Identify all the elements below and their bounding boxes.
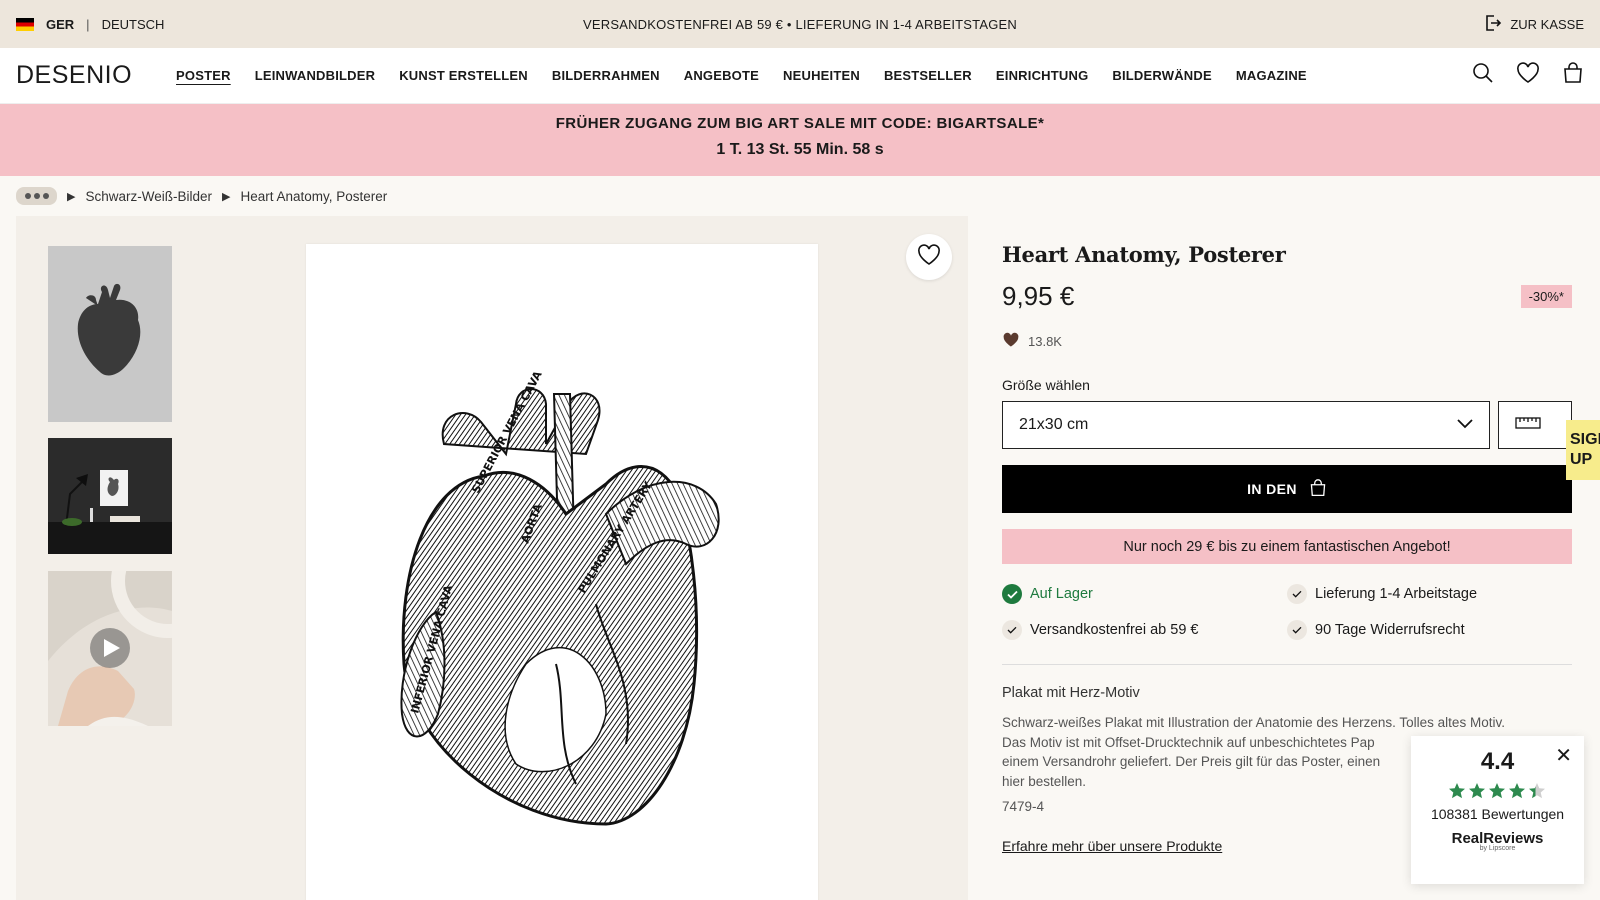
signup-line2: UP xyxy=(1570,451,1593,468)
menu-item-einrichtung[interactable]: EINRICHTUNG xyxy=(996,68,1088,83)
sale-banner[interactable]: FRÜHER ZUGANG ZUM BIG ART SALE MIT CODE:… xyxy=(0,104,1600,176)
reviews-brand-sub: by Lipscore xyxy=(1479,845,1516,852)
breadcrumb-arrow-icon: ▶ xyxy=(67,190,76,203)
main-nav: DESENIO POSTER LEINWANDBILDER KUNST ERST… xyxy=(0,48,1600,104)
search-icon[interactable] xyxy=(1472,62,1494,89)
menu-item-magazine[interactable]: MAGAZINE xyxy=(1236,68,1307,83)
signup-line1: SIGN xyxy=(1570,431,1600,448)
menu-item-neuheiten[interactable]: NEUHEITEN xyxy=(783,68,860,83)
main-menu: POSTER LEINWANDBILDER KUNST ERSTELLEN BI… xyxy=(176,68,1307,83)
usp-shipping-label: Versandkostenfrei ab 59 € xyxy=(1030,622,1199,638)
thumbnail-video[interactable] xyxy=(48,571,172,726)
menu-item-bilderrahmen[interactable]: BILDERRAHMEN xyxy=(552,68,660,83)
divider xyxy=(1002,664,1572,665)
product-page: SUPERIOR VENA CAVA AORTA PULMONARY ARTER… xyxy=(0,216,1600,900)
language-label: DEUTSCH xyxy=(101,16,165,32)
divider: | xyxy=(86,16,90,32)
signup-tab[interactable]: SIGN UP xyxy=(1566,420,1600,480)
thumbnail-room-scene[interactable] xyxy=(48,438,172,554)
menu-item-poster[interactable]: POSTER xyxy=(176,68,231,83)
add-to-cart-button[interactable]: IN DEN xyxy=(1002,465,1572,513)
check-icon xyxy=(1287,584,1307,604)
checkout-label: ZUR KASSE xyxy=(1510,16,1584,32)
breadcrumb-collapsed-button[interactable] xyxy=(16,187,57,205)
check-icon xyxy=(1002,620,1022,640)
size-label: Größe wählen xyxy=(1002,377,1090,393)
usp-delivery: Lieferung 1-4 Arbeitstage xyxy=(1287,584,1572,604)
product-price: 9,95 € xyxy=(1002,281,1075,311)
star-rating xyxy=(1411,782,1584,800)
usp-stock-label: Auf Lager xyxy=(1030,586,1093,602)
price-row: 9,95 € -30%* xyxy=(1002,281,1572,312)
size-guide-button[interactable] xyxy=(1498,401,1572,449)
add-to-wishlist-button[interactable] xyxy=(906,234,952,280)
thumbnail-poster[interactable] xyxy=(48,246,172,422)
discount-badge: -30%* xyxy=(1520,285,1572,308)
heart-filled-icon xyxy=(1002,332,1020,351)
germany-flag-icon xyxy=(16,17,34,31)
add-to-cart-label: IN DEN xyxy=(1247,481,1297,497)
likes-count: 13.8K xyxy=(1002,332,1572,351)
breadcrumb-arrow-icon: ▶ xyxy=(222,190,231,203)
wishlist-icon[interactable] xyxy=(1516,62,1540,89)
shipping-promo: VERSANDKOSTENFREI AB 59 € • LIEFERUNG IN… xyxy=(583,16,1017,32)
menu-item-bestseller[interactable]: BESTSELLER xyxy=(884,68,972,83)
usp-list: Auf Lager Lieferung 1-4 Arbeitstage Vers… xyxy=(1002,584,1572,640)
usp-in-stock: Auf Lager xyxy=(1002,584,1287,604)
usp-delivery-label: Lieferung 1-4 Arbeitstage xyxy=(1315,586,1478,602)
check-icon xyxy=(1287,620,1307,640)
usp-free-shipping: Versandkostenfrei ab 59 € xyxy=(1002,620,1287,640)
close-icon[interactable]: ✕ xyxy=(1555,746,1572,766)
checkout-link[interactable]: ZUR KASSE xyxy=(1484,14,1584,35)
check-circle-icon xyxy=(1002,584,1022,604)
stars-icon xyxy=(1448,783,1545,799)
sale-banner-text: FRÜHER ZUGANG ZUM BIG ART SALE MIT CODE:… xyxy=(555,115,1045,132)
exit-icon xyxy=(1484,14,1502,35)
breadcrumb: ▶ Schwarz-Weiß-Bilder ▶ Heart Anatomy, P… xyxy=(0,176,1600,216)
usp-returns: 90 Tage Widerrufsrecht xyxy=(1287,620,1572,640)
menu-item-bilderwaende[interactable]: BILDERWÄNDE xyxy=(1112,68,1211,83)
sale-countdown: 1 T. 13 St. 55 Min. 58 s xyxy=(716,141,884,158)
review-count: 108381 Bewertungen xyxy=(1430,806,1565,822)
reviews-widget[interactable]: ✕ 4.4 108381 Bewertungen RealReviews by … xyxy=(1411,736,1584,884)
description-title: Plakat mit Herz-Motiv xyxy=(1002,685,1140,701)
heart-anatomy-illustration: SUPERIOR VENA CAVA AORTA PULMONARY ARTER… xyxy=(400,368,720,826)
size-row: 21x30 cm xyxy=(1002,401,1572,449)
chevron-down-icon xyxy=(1457,416,1473,434)
size-select[interactable]: 21x30 cm xyxy=(1002,401,1490,449)
breadcrumb-current: Heart Anatomy, Posterer xyxy=(240,188,388,204)
usp-returns-label: 90 Tage Widerrufsrecht xyxy=(1315,622,1465,638)
cart-icon[interactable] xyxy=(1562,62,1584,89)
offer-banner: Nur noch 29 € bis zu einem fantastischen… xyxy=(1002,529,1572,564)
nav-icons xyxy=(1472,62,1584,89)
menu-item-leinwandbilder[interactable]: LEINWANDBILDER xyxy=(255,68,376,83)
logo[interactable]: DESENIO xyxy=(16,61,132,90)
product-title: Heart Anatomy, Posterer xyxy=(1002,242,1286,267)
ruler-icon xyxy=(1515,416,1541,435)
product-main-image[interactable]: SUPERIOR VENA CAVA AORTA PULMONARY ARTER… xyxy=(306,244,818,900)
bag-icon xyxy=(1309,478,1327,500)
heart-outline-icon xyxy=(917,243,941,271)
description-line: Schwarz-weißes Plakat mit Illustration d… xyxy=(1002,715,1505,730)
product-gallery: SUPERIOR VENA CAVA AORTA PULMONARY ARTER… xyxy=(16,216,968,900)
menu-item-angebote[interactable]: ANGEBOTE xyxy=(684,68,759,83)
breadcrumb-category[interactable]: Schwarz-Weiß-Bilder xyxy=(85,189,212,204)
country-code: GER xyxy=(46,16,75,32)
likes-value: 13.8K xyxy=(1028,334,1062,349)
language-selector[interactable]: GER | DEUTSCH xyxy=(16,17,164,32)
utility-bar: GER | DEUTSCH VERSANDKOSTENFREI AB 59 € … xyxy=(0,0,1600,48)
menu-item-kunst-erstellen[interactable]: KUNST ERSTELLEN xyxy=(399,68,528,83)
size-selected-value: 21x30 cm xyxy=(1019,416,1089,433)
reviews-brand-logo: RealReviews by Lipscore xyxy=(1411,830,1584,852)
